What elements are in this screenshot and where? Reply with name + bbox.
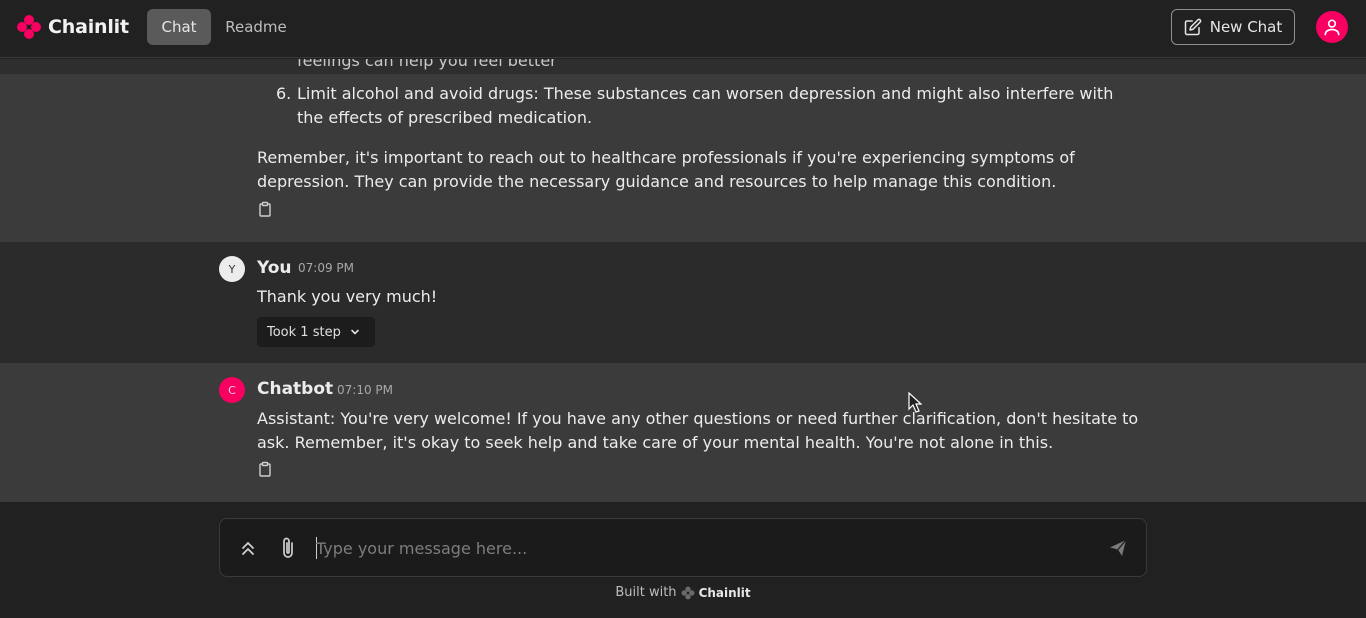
new-chat-button[interactable]: New Chat xyxy=(1171,9,1295,45)
assistant-avatar: C xyxy=(219,377,245,403)
steps-label: Took 1 step xyxy=(267,324,341,340)
brand-name: Chainlit xyxy=(48,16,129,38)
user-icon xyxy=(1324,19,1340,36)
message-composer xyxy=(219,518,1147,577)
paperclip-icon[interactable] xyxy=(278,536,298,560)
built-with-footer[interactable]: Built with Chainlit xyxy=(0,585,1366,600)
message-input[interactable] xyxy=(316,535,1076,561)
footer-prefix: Built with xyxy=(615,585,677,600)
message-timestamp: 07:10 PM xyxy=(337,383,393,397)
message-author: Chatbot xyxy=(257,379,334,399)
list-item-number: 6. xyxy=(276,84,292,103)
message-closing-text: Remember, it's important to reach out to… xyxy=(257,148,1075,191)
edit-icon xyxy=(1184,18,1202,36)
list-item-text: Limit alcohol and avoid drugs: These sub… xyxy=(297,84,1114,127)
user-menu-avatar[interactable] xyxy=(1316,11,1348,43)
copy-icon[interactable] xyxy=(257,461,273,477)
chevrons-up-icon[interactable] xyxy=(238,538,258,558)
footer-brand: Chainlit xyxy=(698,585,751,600)
tab-chat[interactable]: Chat xyxy=(147,9,211,45)
new-chat-label: New Chat xyxy=(1209,18,1283,36)
chainlit-logo-icon xyxy=(17,15,41,39)
chevron-down-icon xyxy=(351,329,359,335)
app-header: Chainlit Chat Readme New Chat xyxy=(0,0,1366,58)
send-icon[interactable] xyxy=(1108,538,1128,558)
user-avatar: Y xyxy=(219,256,245,282)
chainlit-footer-icon xyxy=(681,586,695,599)
message-text: Assistant: You're very welcome! If you h… xyxy=(257,409,1139,452)
copy-icon[interactable] xyxy=(257,201,273,217)
tab-readme[interactable]: Readme xyxy=(220,9,292,45)
message-author: You xyxy=(257,258,292,278)
message-text: Thank you very much! xyxy=(257,287,438,306)
partial-text: feelings can help you feel better xyxy=(297,59,557,70)
message-timestamp: 07:09 PM xyxy=(298,261,354,275)
chainlit-logo[interactable]: Chainlit xyxy=(16,14,129,40)
mouse-cursor-icon xyxy=(908,392,922,413)
steps-toggle-button[interactable]: Took 1 step xyxy=(257,317,375,347)
scrolled-message-fragment: feelings can help you feel better xyxy=(0,59,1366,74)
user-message xyxy=(0,242,1366,363)
